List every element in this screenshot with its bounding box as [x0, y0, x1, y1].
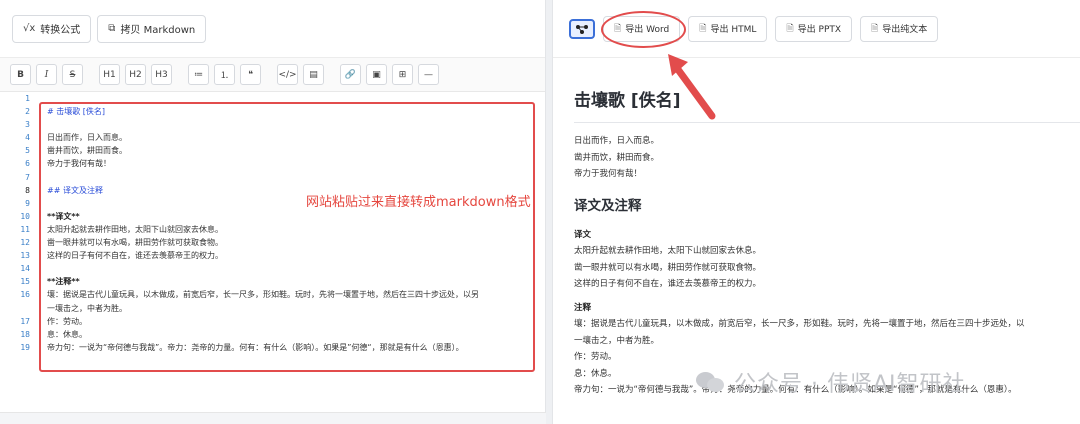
document-icon: 🗎 — [699, 23, 707, 34]
editor-toolbar: √x 转换公式 ⧉ 拷贝 Markdown — [0, 0, 545, 58]
image-button[interactable]: ▣ — [366, 64, 387, 85]
horizontal-scrollbar[interactable] — [0, 412, 546, 424]
app-window: √x 转换公式 ⧉ 拷贝 Markdown B I S H1 H2 H3 ≔ ⒈… — [0, 0, 1080, 424]
link-button[interactable]: 🔗 — [340, 64, 361, 85]
formula-icon: √x — [23, 23, 36, 34]
title-divider — [574, 122, 1080, 123]
line-number: 13 — [20, 251, 30, 261]
export-pptx-label: 导出 PPTX — [797, 25, 842, 35]
bullet-list-button[interactable]: ≔ — [188, 64, 209, 85]
numbered-list-button[interactable]: ⒈ — [214, 64, 235, 85]
line-number: 7 — [25, 172, 30, 182]
line-number: 18 — [20, 329, 30, 339]
note-line: 一壤击之，中者为胜。 — [574, 335, 660, 346]
line-number: 17 — [20, 316, 30, 326]
editor-panel: √x 转换公式 ⧉ 拷贝 Markdown B I S H1 H2 H3 ≔ ⒈… — [0, 0, 546, 424]
highlight-box — [39, 102, 535, 372]
format-toolbar: B I S H1 H2 H3 ≔ ⒈ ❝ </> ▤ 🔗 ▣ ⊞ — — [0, 58, 545, 92]
export-html-label: 导出 HTML — [710, 25, 757, 35]
section-title: 译文及注释 — [574, 197, 642, 214]
convert-formula-button[interactable]: √x 转换公式 — [12, 14, 92, 43]
line-number: 6 — [25, 159, 30, 169]
translation-label: 译文 — [574, 229, 592, 240]
translation-line: 这样的日子有何不自在，谁还去羡慕帝王的权力。 — [574, 279, 762, 289]
line-number: 11 — [20, 224, 30, 234]
quote-button[interactable]: ❝ — [240, 64, 261, 85]
italic-button[interactable]: I — [36, 64, 57, 85]
app-logo-icon[interactable] — [569, 18, 595, 39]
translation-line: 凿一眼井就可以有水喝，耕田劳作就可获取食物。 — [574, 262, 762, 273]
poem-line: 帝力于我何有哉！ — [574, 169, 643, 179]
line-number: 15 — [20, 277, 30, 287]
convert-formula-label: 转换公式 — [40, 25, 81, 36]
notes-label: 注释 — [574, 302, 592, 313]
line-number-active: 8 — [25, 185, 30, 195]
line-number: 1 — [25, 94, 30, 103]
word-highlight-circle — [601, 11, 686, 48]
export-text-label: 导出纯文本 — [882, 25, 928, 35]
export-html-button[interactable]: 🗎 导出 HTML — [688, 15, 768, 42]
line-number — [0, 302, 34, 315]
copy-markdown-button[interactable]: ⧉ 拷贝 Markdown — [97, 14, 207, 43]
h3-button[interactable]: H3 — [151, 64, 172, 85]
translation-line: 太阳升起就去耕作田地，太阳下山就回家去休息。 — [574, 246, 762, 256]
document-icon: 🗎 — [871, 23, 879, 34]
nodes-icon — [576, 24, 588, 34]
horizontal-rule-button[interactable]: — — [418, 64, 439, 85]
document-icon: 🗎 — [786, 23, 794, 34]
markdown-editor[interactable]: 1 2 3 4 5 6 7 8 9 10 11 12 13 14 15 16 1… — [0, 92, 546, 412]
note-line: 作：劳动。 — [574, 352, 617, 362]
line-number: 10 — [20, 211, 30, 221]
note-line: 壤：据说是古代儿童玩具，以木做成，前宽后窄，长一尺多，形如鞋。玩时，先将一壤置于… — [574, 319, 1025, 329]
line-number: 14 — [20, 264, 30, 274]
rendered-preview: 击壤歌 [佚名] 日出而作，日入而息。 凿井而饮，耕田而食。 帝力于我何有哉！ … — [574, 88, 1080, 399]
line-number: 9 — [25, 198, 30, 208]
line-number: 4 — [25, 133, 30, 143]
copy-icon: ⧉ — [108, 23, 116, 34]
code-button[interactable]: </> — [277, 64, 298, 85]
line-number: 3 — [25, 120, 30, 130]
h2-button[interactable]: H2 — [125, 64, 146, 85]
line-number-gutter: 1 2 3 4 5 6 7 8 9 10 11 12 13 14 15 16 1… — [0, 92, 34, 354]
line-number: 12 — [20, 238, 30, 248]
export-text-button[interactable]: 🗎 导出纯文本 — [860, 15, 939, 42]
watermark-text: 公众号 · 伟贤AI智研社 — [734, 372, 966, 397]
line-number: 5 — [25, 146, 30, 156]
watermark: 公众号 · 伟贤AI智研社 — [696, 366, 966, 398]
line-number: 19 — [20, 342, 30, 352]
preview-title: 击壤歌 [佚名] — [574, 91, 681, 111]
line-number: 2 — [25, 107, 30, 117]
copy-markdown-label: 拷贝 Markdown — [120, 25, 196, 36]
line-number: 16 — [20, 290, 30, 300]
wechat-icon — [696, 370, 726, 394]
poem-line: 凿井而饮，耕田而食。 — [574, 152, 660, 163]
h1-button[interactable]: H1 — [99, 64, 120, 85]
annotation-text: 网站粘贴过来直接转成markdown格式 — [306, 195, 531, 210]
poem-line: 日出而作，日入而息。 — [574, 136, 660, 146]
export-pptx-button[interactable]: 🗎 导出 PPTX — [775, 15, 853, 42]
bold-button[interactable]: B — [10, 64, 31, 85]
table-button[interactable]: ⊞ — [392, 64, 413, 85]
strikethrough-button[interactable]: S — [62, 64, 83, 85]
code-block-button[interactable]: ▤ — [303, 64, 324, 85]
